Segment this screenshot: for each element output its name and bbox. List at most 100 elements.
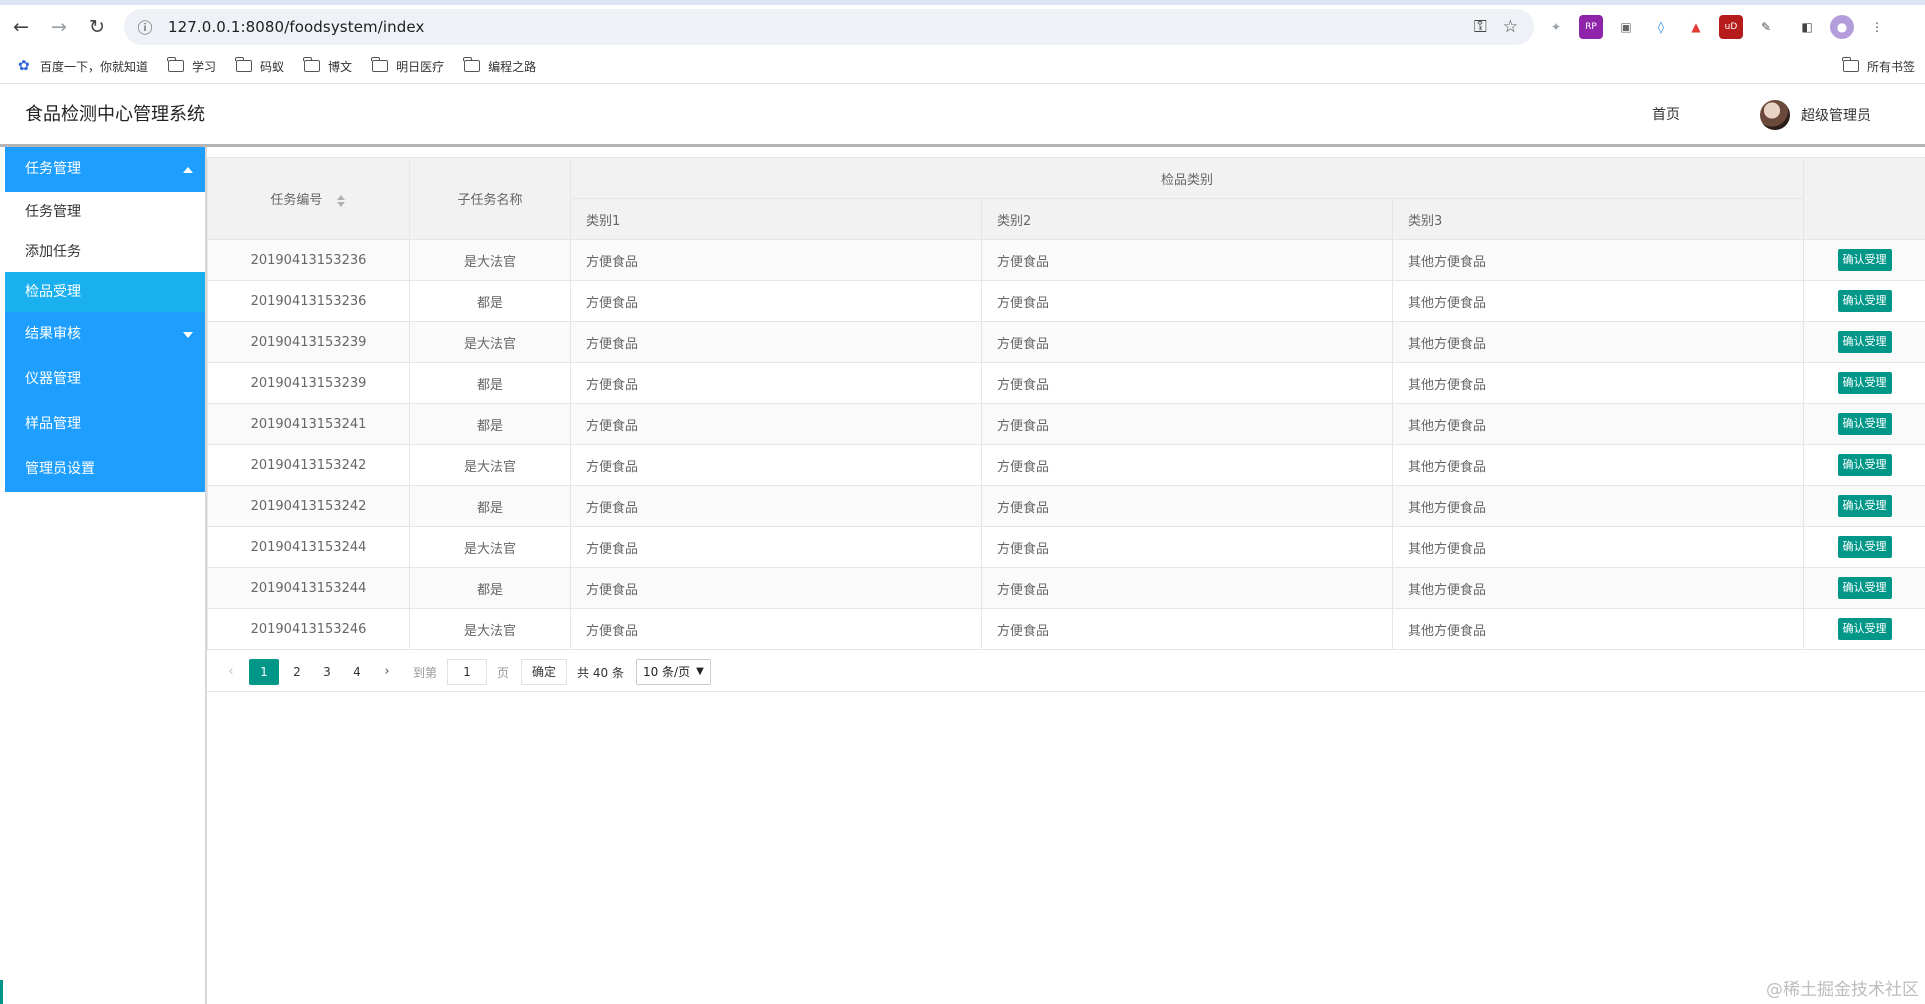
prev-page-icon[interactable]: ‹ xyxy=(219,659,243,685)
url-text[interactable]: 127.0.0.1:8080/foodsystem/index xyxy=(168,18,424,36)
profile-avatar-icon[interactable]: ● xyxy=(1830,15,1854,39)
cursor-extension-icon[interactable]: ✦ xyxy=(1544,15,1568,39)
all-bookmarks-label: 所有书签 xyxy=(1866,59,1915,74)
media-extension-icon[interactable]: ▣ xyxy=(1614,15,1638,39)
bookmark-folder-blog[interactable]: 博文 xyxy=(303,57,352,75)
sidebar-item-add-task[interactable]: 添加任务 xyxy=(5,232,205,272)
address-bar[interactable]: ⓘ 127.0.0.1:8080/foodsystem/index ⚿ ☆ xyxy=(124,9,1534,45)
caret-down-icon xyxy=(183,332,193,338)
cell-subtask: 是大法官 xyxy=(409,321,571,363)
cell-subtask: 都是 xyxy=(409,403,571,445)
bookmark-folder-ant[interactable]: 码蚁 xyxy=(235,57,284,75)
confirm-accept-button[interactable]: 确认受理 xyxy=(1837,413,1892,435)
cell-subtask: 都是 xyxy=(409,362,571,404)
cell-cat2: 方便食品 xyxy=(981,362,1393,404)
confirm-accept-button[interactable]: 确认受理 xyxy=(1837,249,1892,271)
puzzle-extensions-icon[interactable]: ✎ xyxy=(1754,15,1778,39)
avatar[interactable] xyxy=(1760,100,1790,130)
sample-accept-table: 任务编号 子任务名称 检品类别 类别1 类别2 类别3 201904131532… xyxy=(207,157,1925,650)
sidebar-item-sample-accept[interactable]: 检品受理 xyxy=(5,272,205,312)
confirm-accept-button[interactable]: 确认受理 xyxy=(1837,331,1892,353)
goto-prefix: 到第 xyxy=(413,665,438,680)
cell-subtask: 是大法官 xyxy=(409,444,571,486)
confirm-accept-button[interactable]: 确认受理 xyxy=(1837,290,1892,312)
rp-extension-icon[interactable]: RP xyxy=(1579,15,1603,39)
sidebar-group-admin[interactable]: 管理员设置 xyxy=(5,447,205,492)
header-divider xyxy=(0,144,1925,147)
password-key-icon[interactable]: ⚿ xyxy=(1474,17,1487,37)
page-size-select[interactable]: 10 条/页 ▼ xyxy=(635,659,711,685)
sidebar-group-sample[interactable]: 样品管理 xyxy=(5,402,205,447)
next-page-icon[interactable]: › xyxy=(375,659,399,685)
sidebar-group-instrument[interactable]: 仪器管理 xyxy=(5,357,205,402)
user-menu[interactable]: 超级管理员 xyxy=(1760,98,1871,132)
cell-subtask: 都是 xyxy=(409,567,571,609)
header-cat1: 类别1 xyxy=(570,198,982,240)
stack-extension-icon[interactable]: ◊ xyxy=(1649,15,1673,39)
sidebar-group-task[interactable]: 任务管理 xyxy=(5,147,205,192)
bookmarks-bar: ✿ 百度一下，你就知道 学习 码蚁 博文 明日医疗 编程之路 所有书签 xyxy=(0,49,1925,84)
page-1-button[interactable]: 1 xyxy=(249,659,279,685)
cell-cat1: 方便食品 xyxy=(570,485,982,527)
bookmark-baidu[interactable]: ✿ 百度一下，你就知道 xyxy=(18,58,148,75)
page-3-button[interactable]: 3 xyxy=(315,659,339,685)
header-cat3: 类别3 xyxy=(1391,198,1805,240)
page-2-button[interactable]: 2 xyxy=(285,659,309,685)
confirm-accept-button[interactable]: 确认受理 xyxy=(1837,577,1892,599)
folder-icon xyxy=(463,57,481,72)
cell-action: 确认受理 xyxy=(1803,526,1925,568)
bookmark-star-icon[interactable]: ☆ xyxy=(1503,17,1518,37)
confirm-accept-button[interactable]: 确认受理 xyxy=(1837,536,1892,558)
sidebar-item-task-manage[interactable]: 任务管理 xyxy=(5,192,205,232)
main-content: 任务编号 子任务名称 检品类别 类别1 类别2 类别3 201904131532… xyxy=(207,157,1925,692)
confirm-accept-button[interactable]: 确认受理 xyxy=(1837,495,1892,517)
side-panel-icon[interactable]: ◧ xyxy=(1795,15,1819,39)
user-name[interactable]: 超级管理员 xyxy=(1801,105,1871,125)
cell-cat3: 其他方便食品 xyxy=(1391,321,1805,363)
site-info-icon[interactable]: ⓘ xyxy=(134,16,156,38)
bookmark-label: 明日医疗 xyxy=(396,59,445,74)
back-icon[interactable]: ← xyxy=(4,10,38,44)
table-row: 20190413153236 都是 方便食品 方便食品 其他方便食品 确认受理 xyxy=(207,280,1925,322)
cell-cat3: 其他方便食品 xyxy=(1391,403,1805,445)
cell-cat1: 方便食品 xyxy=(570,239,982,281)
cell-action: 确认受理 xyxy=(1803,403,1925,445)
cell-action: 确认受理 xyxy=(1803,362,1925,404)
extensions-area: ✦ RP ▣ ◊ ▲ uD ✎ ◧ ● ⋮ xyxy=(1544,10,1900,44)
sort-icon[interactable] xyxy=(336,194,347,207)
caret-up-icon xyxy=(183,167,193,173)
confirm-accept-button[interactable]: 确认受理 xyxy=(1837,618,1892,640)
page-4-button[interactable]: 4 xyxy=(345,659,369,685)
folder-icon xyxy=(1842,57,1859,72)
cell-cat3: 其他方便食品 xyxy=(1391,280,1805,322)
cell-cat1: 方便食品 xyxy=(570,444,982,486)
cell-task-no: 20190413153242 xyxy=(207,444,410,486)
header-task-no[interactable]: 任务编号 xyxy=(207,157,410,240)
cell-cat1: 方便食品 xyxy=(570,403,982,445)
app-header: 食品检测中心管理系统 首页 超级管理员 xyxy=(0,84,1925,144)
sitemap-extension-icon[interactable]: ▲ xyxy=(1684,15,1708,39)
sidebar-group-label: 结果审核 xyxy=(25,326,81,342)
goto-confirm-button[interactable]: 确定 xyxy=(521,659,568,685)
bookmark-label: 百度一下，你就知道 xyxy=(40,59,149,74)
bookmark-folder-medical[interactable]: 明日医疗 xyxy=(371,57,445,75)
folder-icon xyxy=(303,57,321,72)
sidebar-group-result-review[interactable]: 结果审核 xyxy=(5,312,205,357)
app-title: 食品检测中心管理系统 xyxy=(25,104,205,125)
confirm-accept-button[interactable]: 确认受理 xyxy=(1837,372,1892,394)
cell-cat3: 其他方便食品 xyxy=(1391,239,1805,281)
sidebar: 任务管理 任务管理 添加任务 检品受理 结果审核 仪器管理 样品管理 管理员设置 xyxy=(5,147,207,1004)
confirm-accept-button[interactable]: 确认受理 xyxy=(1837,454,1892,476)
reload-icon[interactable]: ↻ xyxy=(80,10,114,44)
goto-page-input[interactable]: 1 xyxy=(447,659,488,685)
all-bookmarks-button[interactable]: 所有书签 xyxy=(1842,49,1915,83)
ublock-extension-icon[interactable]: uD xyxy=(1719,15,1743,39)
cell-task-no: 20190413153236 xyxy=(207,239,410,281)
bookmark-folder-study[interactable]: 学习 xyxy=(167,57,216,75)
forward-icon[interactable]: → xyxy=(42,10,76,44)
more-menu-icon[interactable]: ⋮ xyxy=(1865,15,1889,39)
bookmark-folder-coding[interactable]: 编程之路 xyxy=(463,57,536,75)
cell-cat1: 方便食品 xyxy=(570,526,982,568)
home-link[interactable]: 首页 xyxy=(1652,84,1680,146)
table-row: 20190413153242 都是 方便食品 方便食品 其他方便食品 确认受理 xyxy=(207,485,1925,527)
